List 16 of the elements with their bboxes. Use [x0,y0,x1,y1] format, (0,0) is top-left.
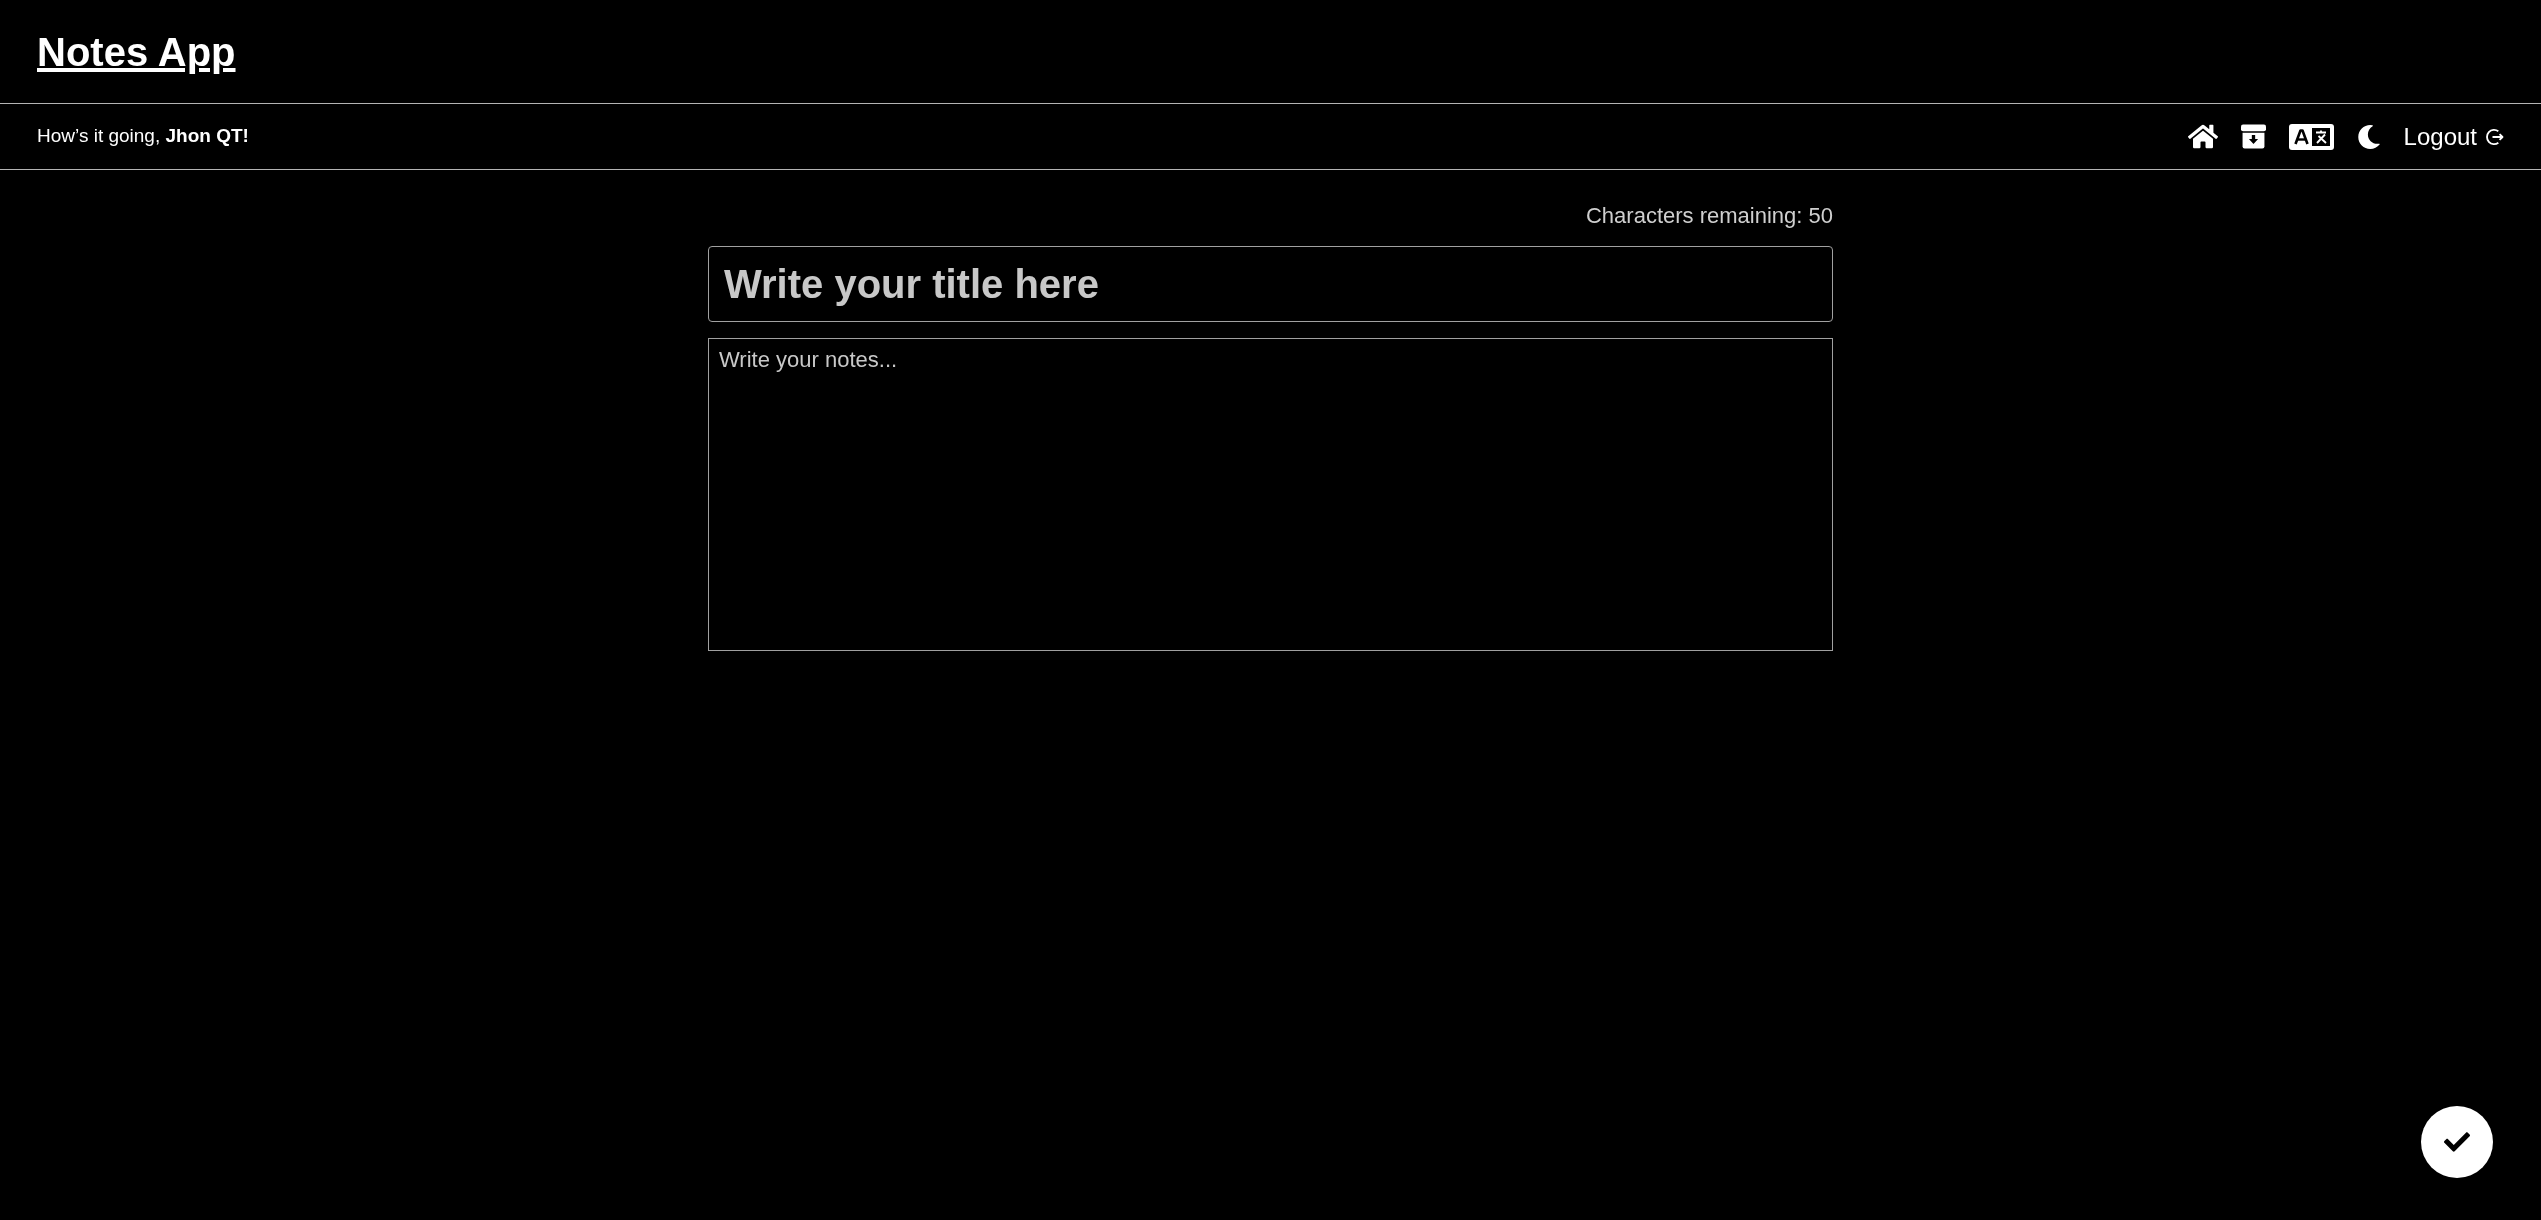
greeting-text: How’s it going, Jhon QT! [37,124,249,149]
home-icon [2187,123,2218,150]
moon-icon [2356,124,2381,149]
archive-icon [2240,124,2266,149]
translate-button[interactable] [2288,123,2334,150]
check-icon [2443,1129,2471,1155]
theme-toggle-button[interactable] [2356,124,2381,149]
title-field[interactable]: Write your title here [708,246,1833,322]
logout-icon [2485,126,2505,147]
character-counter: Characters remaining: 50 [1586,203,1833,228]
notes-field[interactable]: Write your notes... [708,338,1833,651]
home-button[interactable] [2187,123,2218,150]
app-title-link[interactable]: Notes App [37,31,236,72]
logout-button[interactable]: Logout [2403,122,2505,151]
translate-icon [2288,123,2334,150]
archive-button[interactable] [2240,124,2266,149]
